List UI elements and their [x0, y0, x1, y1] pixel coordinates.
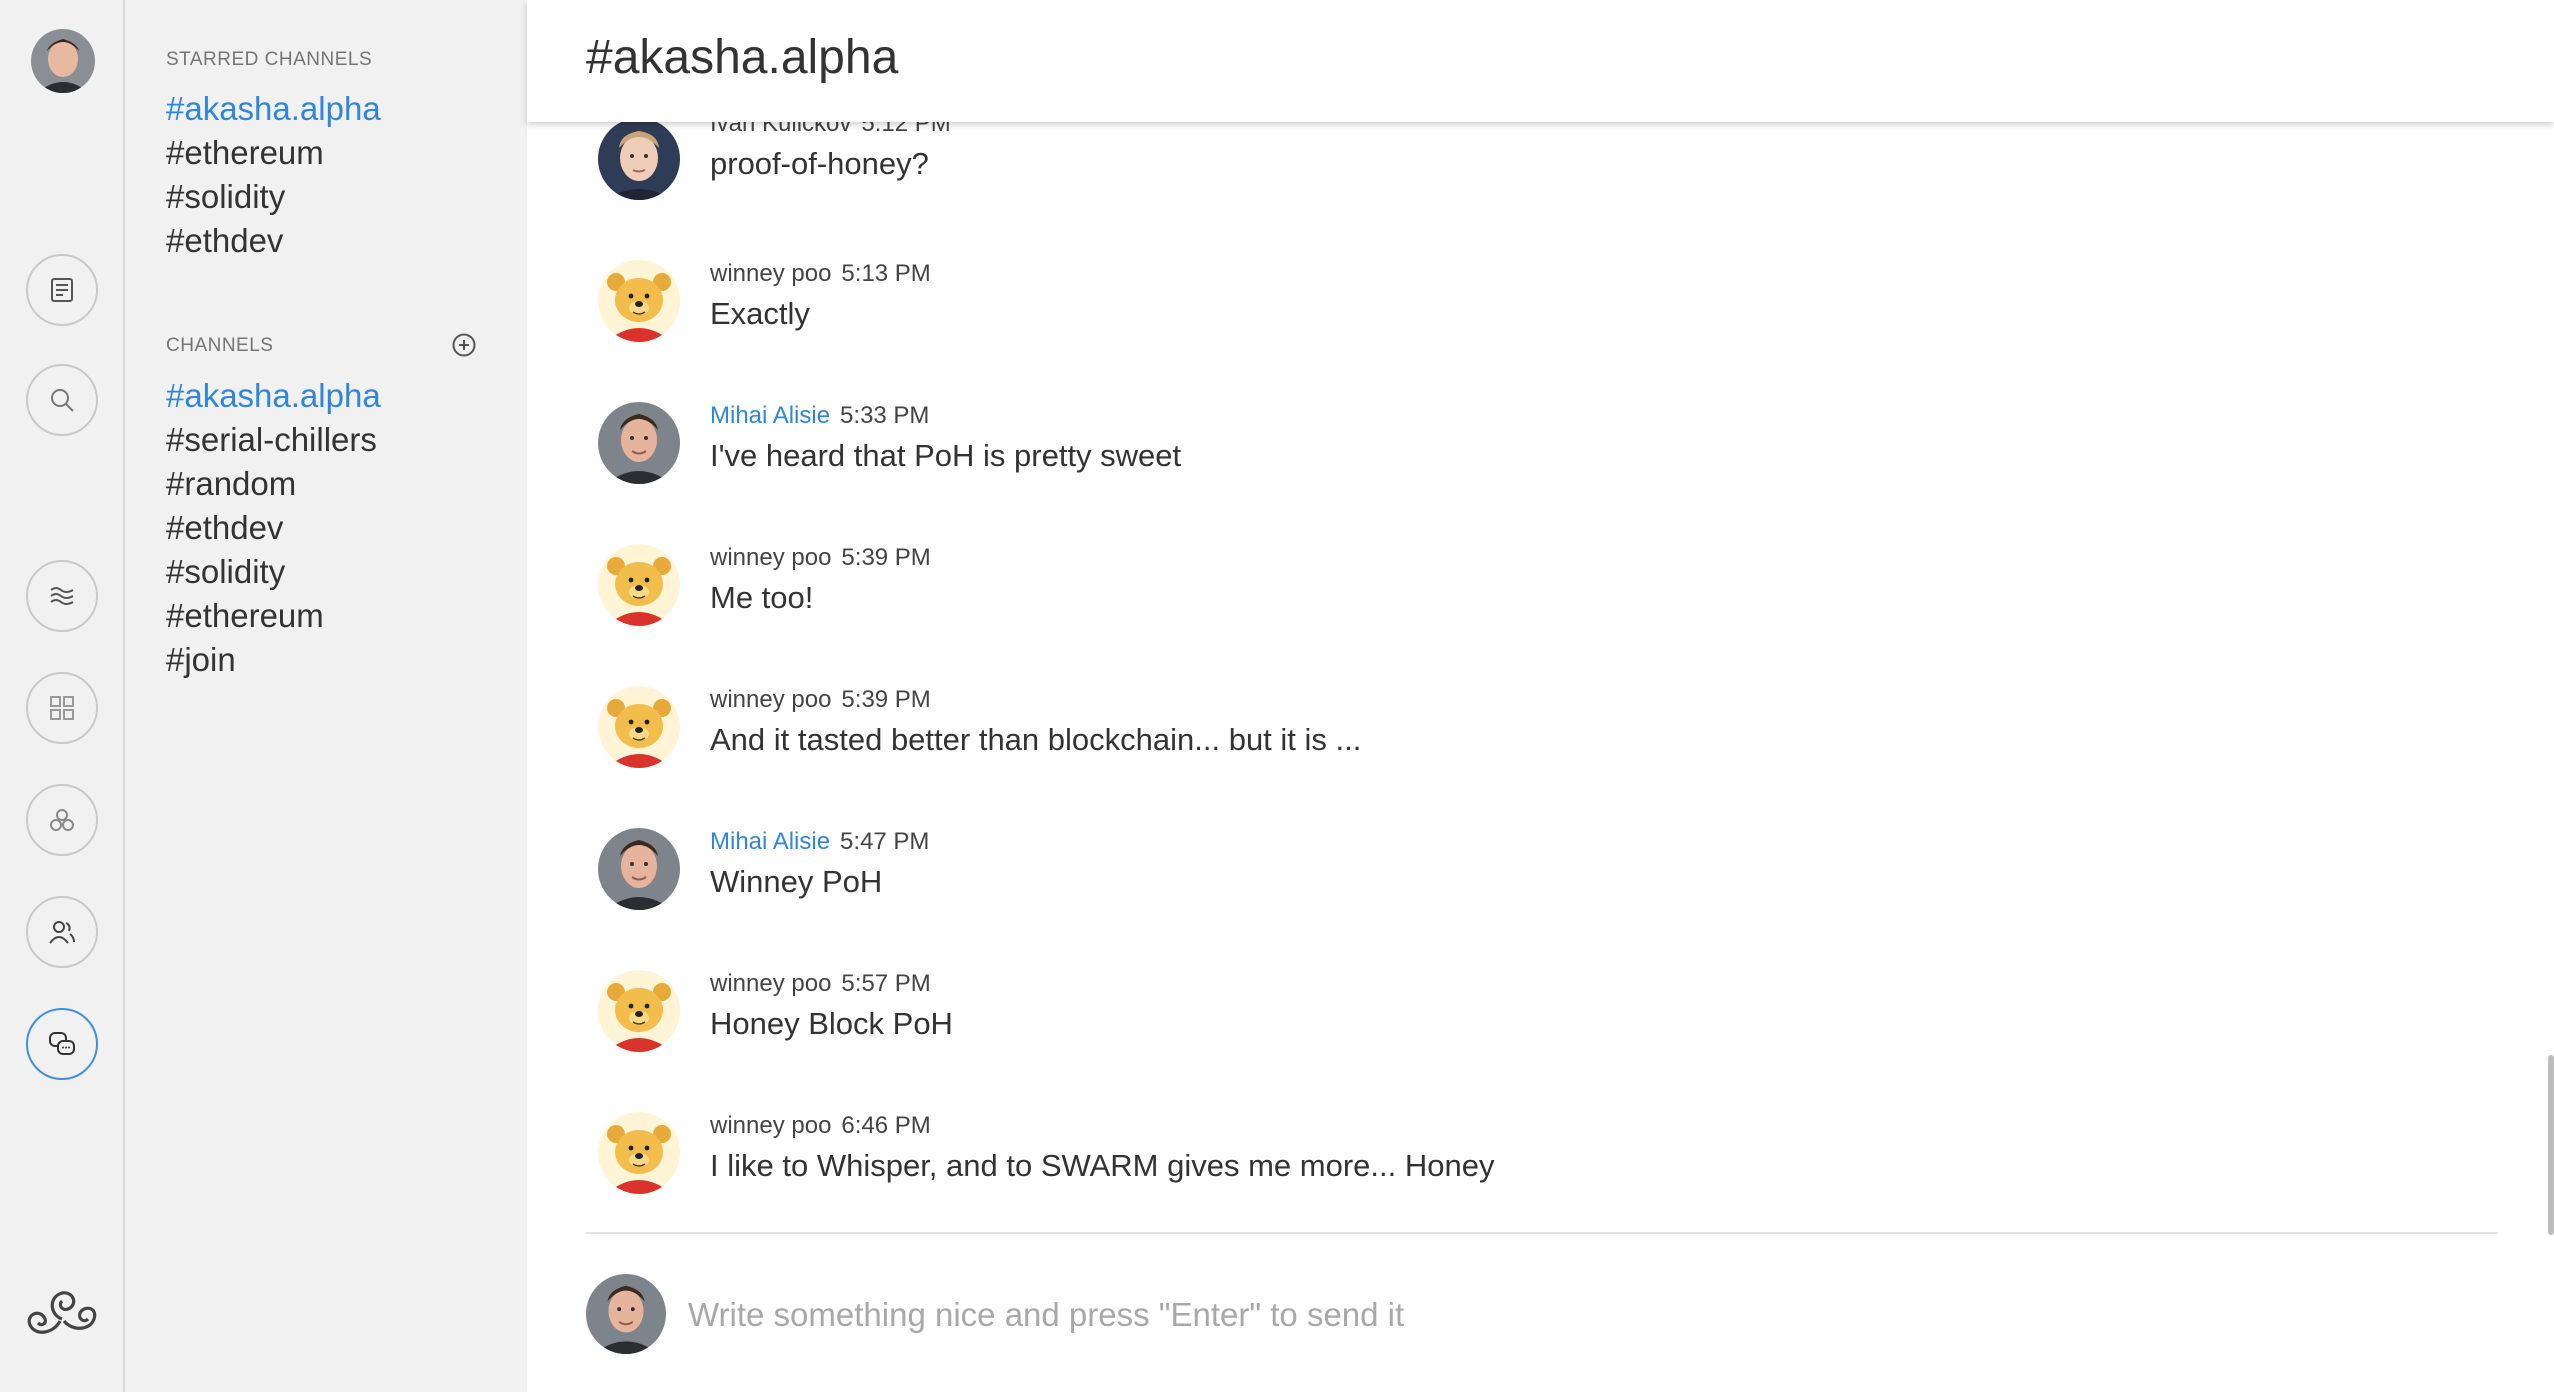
people-button[interactable] — [26, 896, 98, 968]
message-time: 5:57 PM — [841, 970, 931, 997]
grid-icon — [50, 696, 74, 720]
message-list[interactable]: Ivan Kulickov 5:12 PM proof-of-honey? win… — [527, 122, 2554, 1232]
tags-icon — [50, 809, 74, 831]
message-text: Exactly — [710, 296, 810, 331]
message-author[interactable]: Mihai Alisie — [710, 402, 830, 429]
channel-title: #akasha.alpha — [586, 31, 899, 84]
chat-icon — [49, 1032, 75, 1055]
message-time: 5:13 PM — [841, 260, 931, 287]
message-author[interactable]: winney poo — [710, 970, 831, 997]
composer-divider — [586, 1232, 2498, 1234]
channel-list: #akasha.alpha #serial-chillers #random #… — [166, 374, 381, 682]
message-time: 5:12 PM — [861, 122, 951, 137]
message-time: 5:33 PM — [840, 402, 930, 429]
message-item: Mihai Alisie 5:33 PM I've heard that PoH … — [598, 402, 2398, 492]
message-item: Ivan Kulickov 5:12 PM proof-of-honey? — [598, 122, 2398, 208]
starred-channel-item[interactable]: #ethdev — [166, 219, 381, 263]
message-author[interactable]: Mihai Alisie — [710, 828, 830, 855]
channel-item[interactable]: #solidity — [166, 550, 381, 594]
notes-icon — [51, 278, 73, 302]
channel-item[interactable]: #random — [166, 462, 381, 506]
current-user-avatar[interactable] — [31, 29, 95, 93]
starred-channel-list: #akasha.alpha #ethereum #solidity #ethde… — [166, 87, 381, 263]
apps-button[interactable] — [26, 672, 98, 744]
message-author[interactable]: winney poo — [710, 260, 831, 287]
message-text: Me too! — [710, 580, 814, 615]
search-button[interactable] — [26, 364, 98, 436]
channel-item[interactable]: #serial-chillers — [166, 418, 381, 462]
plus-circle-icon[interactable] — [451, 332, 477, 358]
message-input[interactable] — [686, 1286, 2490, 1344]
message-item: Mihai Alisie 5:47 PM Winney PoH — [598, 828, 2398, 918]
channel-header: #akasha.alpha — [527, 0, 2554, 122]
message-author[interactable]: winney poo — [710, 544, 831, 571]
search-icon — [51, 389, 74, 412]
message-author[interactable]: Ivan Kulickov — [710, 122, 851, 137]
composer-avatar — [586, 1274, 666, 1354]
avatar[interactable] — [598, 544, 680, 626]
avatar[interactable] — [598, 686, 680, 768]
waves-icon — [50, 587, 74, 605]
channel-item[interactable]: #akasha.alpha — [166, 374, 381, 418]
avatar[interactable] — [598, 970, 680, 1052]
chat-button[interactable] — [26, 1008, 98, 1080]
message-time: 6:46 PM — [841, 1112, 931, 1139]
message-item: winney poo 5:13 PM Exactly — [598, 260, 2398, 350]
message-item: winney poo 5:57 PM Honey Block PoH — [598, 970, 2398, 1060]
starred-channel-item[interactable]: #akasha.alpha — [166, 87, 381, 131]
starred-channel-item[interactable]: #ethereum — [166, 131, 381, 175]
notes-button[interactable] — [26, 254, 98, 326]
starred-channels-title: STARRED CHANNELS — [166, 49, 373, 70]
message-item: winney poo 6:46 PM I like to Whisper, and… — [598, 1112, 2398, 1202]
avatar[interactable] — [598, 122, 680, 200]
avatar[interactable] — [598, 260, 680, 342]
message-text: Winney PoH — [710, 864, 883, 899]
channel-item[interactable]: #ethdev — [166, 506, 381, 550]
starred-channel-item[interactable]: #solidity — [166, 175, 381, 219]
message-text: And it tasted better than blockchain... … — [710, 722, 1362, 757]
message-item: winney poo 5:39 PM And it tasted better t… — [598, 686, 2398, 776]
akasha-logo-icon[interactable] — [20, 1275, 104, 1359]
people-icon — [49, 921, 75, 944]
avatar[interactable] — [598, 1112, 680, 1194]
message-time: 5:39 PM — [841, 686, 931, 713]
avatar[interactable] — [598, 828, 680, 910]
communities-button[interactable] — [26, 784, 98, 856]
message-text: proof-of-honey? — [710, 146, 929, 181]
message-text: I like to Whisper, and to SWARM gives me… — [710, 1148, 1495, 1183]
message-text: Honey Block PoH — [710, 1006, 953, 1041]
channels-sidebar: STARRED CHANNELS #akasha.alpha #ethereum… — [125, 0, 527, 1392]
channel-item[interactable]: #ethereum — [166, 594, 381, 638]
message-scrollbar[interactable] — [2548, 1055, 2554, 1235]
message-item: winney poo 5:39 PM Me too! — [598, 544, 2398, 634]
message-time: 5:39 PM — [841, 544, 931, 571]
channel-item[interactable]: #join — [166, 638, 381, 682]
message-author[interactable]: winney poo — [710, 686, 831, 713]
icon-rail — [0, 0, 125, 1392]
message-time: 5:47 PM — [840, 828, 930, 855]
stream-button[interactable] — [26, 560, 98, 632]
channels-title: CHANNELS — [166, 335, 274, 356]
message-text: I've heard that PoH is pretty sweet — [710, 438, 1182, 473]
message-author[interactable]: winney poo — [710, 1112, 831, 1139]
avatar[interactable] — [598, 402, 680, 484]
